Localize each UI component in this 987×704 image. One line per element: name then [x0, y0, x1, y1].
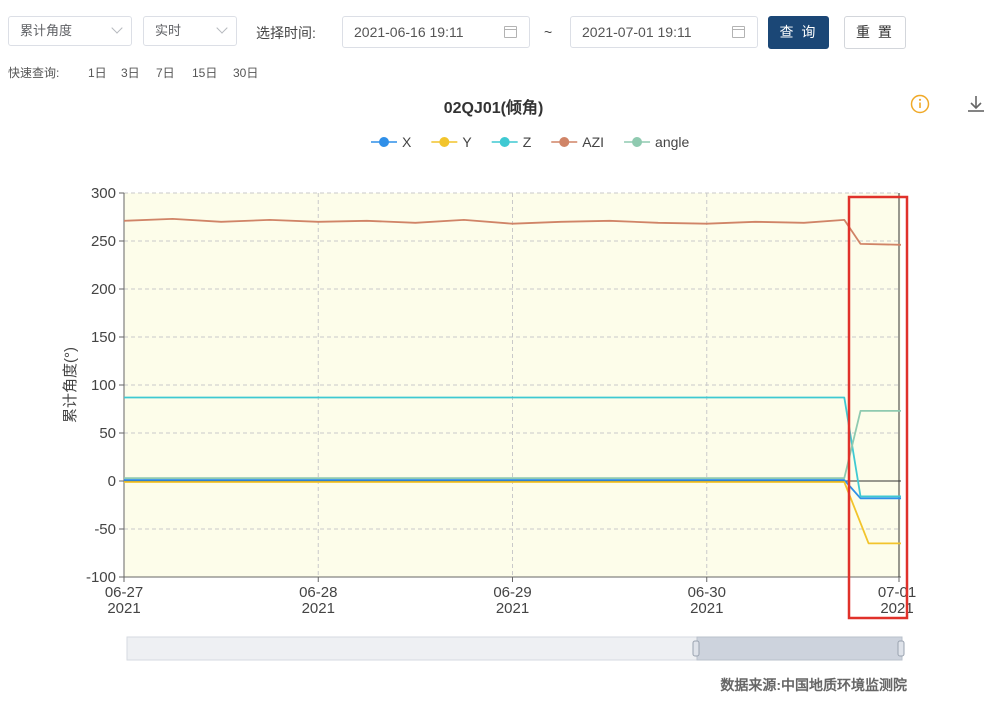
quick-option-1d[interactable]: 1日: [88, 64, 107, 81]
calendar-icon: [732, 26, 745, 38]
y-tick-label: 300: [91, 185, 116, 202]
calendar-icon: [504, 26, 517, 38]
chevron-down-icon: [216, 22, 228, 34]
legend: X Y Z AZI angle: [371, 134, 690, 150]
legend-marker-angle: [632, 137, 643, 147]
legend-label-azi: AZI: [582, 134, 604, 150]
y-tick-label: 0: [108, 473, 116, 490]
zoom-handle-right: [897, 640, 905, 657]
quick-option-15d[interactable]: 15日: [192, 64, 217, 81]
quick-option-30d[interactable]: 30日: [233, 64, 258, 81]
quick-option-7d[interactable]: 7日: [156, 64, 175, 81]
info-icon[interactable]: [909, 93, 931, 115]
legend-label-angle: angle: [655, 134, 689, 150]
x-tick-label: 06-28: [299, 584, 337, 601]
plot-area: [124, 193, 901, 577]
legend-label-x: X: [402, 134, 412, 150]
x-tick-label: 06-29: [493, 584, 531, 601]
x-tick-label: 06-30: [688, 584, 726, 601]
zoom-slider-selection: [696, 636, 903, 661]
chart-title: 02QJ01(倾角): [443, 100, 544, 117]
legend-marker-z: [499, 137, 510, 147]
y-tick-label: -100: [86, 569, 116, 586]
legend-marker-x: [379, 137, 389, 147]
time-label: 选择时间:: [256, 25, 316, 41]
end-date-input[interactable]: 2021-07-01 19:11: [570, 16, 758, 48]
date-separator: ~: [544, 24, 553, 40]
download-icon[interactable]: [965, 93, 987, 115]
series-line-angle: [124, 409, 901, 480]
series-line-y: [124, 481, 901, 545]
x-tick-year-label: 2021: [302, 600, 335, 617]
quick-option-3d[interactable]: 3日: [121, 64, 140, 81]
chevron-down-icon: [111, 22, 123, 34]
y-tick-label: 150: [91, 329, 116, 346]
type-select[interactable]: 累计角度: [8, 16, 132, 46]
start-date-input[interactable]: 2021-06-16 19:11: [342, 16, 530, 48]
legend-label-z: Z: [523, 134, 532, 150]
type-select-value: 累计角度: [20, 23, 73, 38]
x-tick-year-label: 2021: [690, 600, 723, 617]
data-source-text: 数据来源:中国地质环境监测院: [720, 677, 907, 693]
x-tick-label: 06-27: [105, 584, 143, 601]
y-tick-label: -50: [94, 521, 116, 538]
legend-marker-azi: [559, 137, 570, 147]
series-line-z: [124, 396, 901, 498]
end-date-value: 2021-07-01 19:11: [582, 24, 692, 40]
mode-select-value: 实时: [155, 23, 182, 38]
zoom-handle-left: [692, 640, 700, 657]
y-tick-label: 50: [99, 425, 116, 442]
highlight-box: [847, 195, 909, 620]
y-tick-label: 100: [91, 377, 116, 394]
series-line-x: [124, 479, 901, 500]
x-tick-year-label: 2021: [107, 600, 140, 617]
y-axis-label: 累计角度(°): [62, 347, 79, 423]
x-tick-year-label: 2021: [880, 600, 913, 617]
zoom-slider-track: [126, 636, 903, 661]
legend-label-y: Y: [462, 134, 472, 150]
y-tick-label: 250: [91, 233, 116, 250]
legend-marker-y: [439, 137, 450, 147]
start-date-value: 2021-06-16 19:11: [354, 24, 464, 40]
x-tick-label: 07-01: [878, 584, 916, 601]
mode-select[interactable]: 实时: [143, 16, 237, 46]
query-button[interactable]: 查 询: [768, 16, 829, 49]
x-tick-year-label: 2021: [496, 600, 529, 617]
y-tick-label: 200: [91, 281, 116, 298]
reset-button[interactable]: 重 置: [844, 16, 906, 49]
series-line-azi: [123, 217, 902, 246]
quick-query-label: 快速查询:: [8, 66, 60, 80]
